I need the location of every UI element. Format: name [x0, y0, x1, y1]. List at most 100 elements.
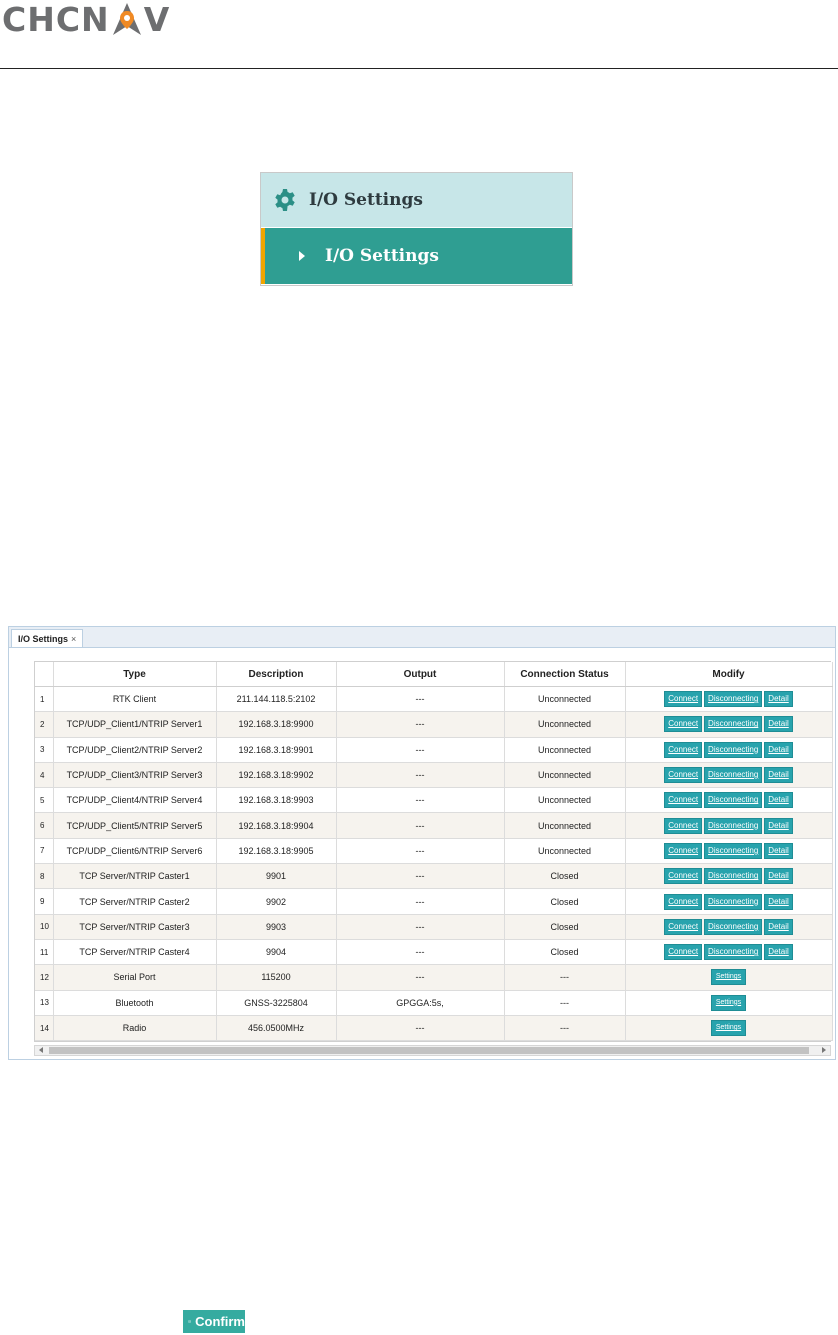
scroll-right-icon[interactable] [822, 1047, 826, 1053]
row-description: 192.168.3.18:9900 [216, 711, 337, 738]
gear-icon [275, 189, 295, 211]
row-output: --- [336, 762, 505, 789]
disconnect-button[interactable]: Disconnecting [704, 817, 763, 834]
connect-button[interactable]: Connect [664, 767, 703, 784]
row-status: --- [504, 964, 626, 991]
horizontal-scrollbar[interactable] [34, 1045, 831, 1056]
disconnect-button[interactable]: Disconnecting [704, 792, 763, 809]
detail-button[interactable]: Detail [764, 944, 793, 961]
row-modify: Settings [625, 1015, 833, 1042]
detail-button[interactable]: Detail [764, 868, 793, 885]
detail-button[interactable]: Detail [764, 918, 793, 935]
close-icon[interactable]: × [71, 634, 76, 644]
menu-item-label: I/O Settings [325, 246, 439, 266]
row-status: Unconnected [504, 838, 626, 865]
disconnect-button[interactable]: Disconnecting [704, 918, 763, 935]
confirm-label: Confirm [195, 1314, 245, 1329]
row-modify: Settings [625, 990, 833, 1016]
row-output: --- [336, 711, 505, 738]
settings-button[interactable]: Settings [710, 994, 747, 1011]
io-settings-panel: I/O Settings × Type Description Output Co… [8, 626, 836, 1060]
caret-right-icon [299, 251, 305, 261]
disconnect-button[interactable]: Disconnecting [704, 868, 763, 885]
connect-button[interactable]: Connect [664, 944, 703, 961]
row-modify: Connect Disconnecting Detail [625, 863, 833, 890]
row-type: TCP Server/NTRIP Caster3 [53, 914, 217, 940]
settings-button[interactable]: Settings [710, 1020, 747, 1036]
detail-button[interactable]: Detail [764, 741, 793, 758]
row-type: TCP Server/NTRIP Caster4 [53, 939, 217, 966]
row-description: 9902 [216, 888, 337, 915]
detail-button[interactable]: Detail [764, 716, 793, 733]
row-description: 9903 [216, 914, 337, 940]
col-header-description: Description [216, 662, 337, 687]
tab-io-settings[interactable]: I/O Settings × [11, 629, 84, 647]
row-output: --- [336, 863, 505, 890]
row-type: TCP Server/NTRIP Caster1 [53, 863, 217, 890]
connect-button[interactable]: Connect [664, 817, 703, 834]
disconnect-button[interactable]: Disconnecting [704, 691, 763, 708]
connect-button[interactable]: Connect [664, 893, 703, 910]
col-header-output: Output [336, 662, 505, 687]
row-index: 10 [35, 914, 54, 940]
detail-button[interactable]: Detail [764, 893, 793, 910]
disconnect-button[interactable]: Disconnecting [704, 741, 763, 758]
disconnect-button[interactable]: Disconnecting [704, 944, 763, 961]
menu-section-io-settings[interactable]: I/O Settings [261, 173, 572, 227]
menu-item-io-settings[interactable]: I/O Settings [261, 228, 572, 284]
settings-button[interactable]: Settings [710, 969, 747, 986]
row-status: Closed [504, 939, 626, 966]
disconnect-button[interactable]: Disconnecting [704, 893, 763, 910]
brand-name-left: CHCN [2, 0, 110, 39]
confirm-button[interactable]: Confirm [183, 1310, 245, 1333]
row-description: 192.168.3.18:9904 [216, 812, 337, 839]
row-description: 9901 [216, 863, 337, 890]
detail-button[interactable]: Detail [764, 792, 793, 809]
row-status: Unconnected [504, 787, 626, 814]
connect-button[interactable]: Connect [664, 716, 703, 733]
detail-button[interactable]: Detail [764, 817, 793, 834]
row-description: GNSS-3225804 [216, 990, 337, 1016]
table-row: 5 TCP/UDP_Client4/NTRIP Server4 192.168.3.… [35, 787, 833, 814]
row-index: 13 [35, 990, 54, 1016]
table-row: 8 TCP Server/NTRIP Caster1 9901 --- Closed Co… [35, 863, 833, 890]
table-header-row: Type Description Output Connection Statu… [35, 662, 833, 687]
scroll-left-icon[interactable] [39, 1047, 43, 1053]
row-output: --- [336, 939, 505, 966]
table-row: 12 Serial Port 115200 --- --- Settings [35, 964, 833, 991]
connect-button[interactable]: Connect [664, 792, 703, 809]
row-output: --- [336, 964, 505, 991]
row-index: 11 [35, 939, 54, 966]
disconnect-button[interactable]: Disconnecting [704, 767, 763, 784]
row-description: 456.0500MHz [216, 1015, 337, 1042]
connect-button[interactable]: Connect [664, 918, 703, 935]
row-index: 7 [35, 838, 54, 865]
row-status: --- [504, 990, 626, 1016]
row-modify: Connect Disconnecting Detail [625, 888, 833, 915]
connect-button[interactable]: Connect [664, 842, 703, 859]
row-index: 2 [35, 711, 54, 738]
detail-button[interactable]: Detail [764, 842, 793, 859]
row-modify: Connect Disconnecting Detail [625, 838, 833, 865]
scrollbar-thumb[interactable] [49, 1047, 809, 1054]
row-index: 8 [35, 863, 54, 890]
disconnect-button[interactable]: Disconnecting [704, 842, 763, 859]
row-type: Serial Port [53, 964, 217, 991]
table-row: 4 TCP/UDP_Client3/NTRIP Server3 192.168.3.… [35, 762, 833, 789]
row-output: --- [336, 838, 505, 865]
row-type: Radio [53, 1015, 217, 1042]
connect-button[interactable]: Connect [664, 741, 703, 758]
row-output: --- [336, 888, 505, 915]
connect-button[interactable]: Connect [664, 691, 703, 708]
detail-button[interactable]: Detail [764, 691, 793, 708]
connect-button[interactable]: Connect [664, 868, 703, 885]
row-type: TCP/UDP_Client5/NTRIP Server5 [53, 812, 217, 839]
row-status: Closed [504, 888, 626, 915]
detail-button[interactable]: Detail [764, 767, 793, 784]
col-header-type: Type [53, 662, 217, 687]
tab-bar: I/O Settings × [9, 627, 835, 648]
disconnect-button[interactable]: Disconnecting [704, 716, 763, 733]
row-output: GPGGA:5s, [336, 990, 505, 1016]
row-index: 4 [35, 762, 54, 789]
row-status: Closed [504, 914, 626, 940]
